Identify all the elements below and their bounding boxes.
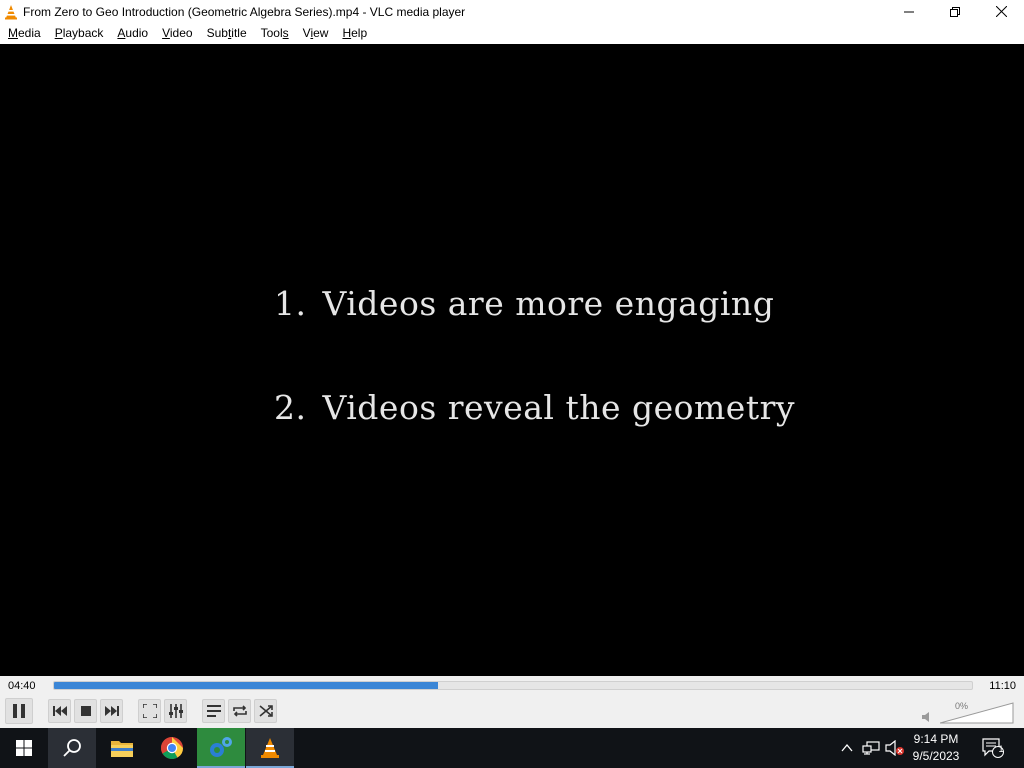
show-hidden-icons-button[interactable] — [838, 728, 856, 768]
total-time: 11:10 — [989, 680, 1016, 692]
clock-time: 9:14 PM — [913, 732, 959, 746]
video-area[interactable]: 1. Videos are more engaging 2. Videos reve… — [0, 44, 1024, 676]
menu-help[interactable]: Help — [335, 23, 374, 44]
elapsed-time: 04:40 — [8, 680, 36, 692]
menu-audio[interactable]: Audio — [110, 23, 155, 44]
player-controls: 04:40 11:10 0% — [0, 676, 1024, 728]
clock[interactable]: 9:14 PM 9/5/2023 — [906, 731, 966, 765]
window-title: From Zero to Geo Introduction (Geometric… — [23, 4, 466, 19]
network-button[interactable] — [860, 728, 882, 768]
shuffle-button[interactable] — [254, 699, 277, 723]
volume-slider[interactable] — [940, 702, 1014, 724]
fullscreen-button[interactable] — [138, 699, 161, 723]
taskbar: 9:14 PM 9/5/2023 1 — [0, 728, 1024, 768]
chrome-button[interactable] — [148, 728, 196, 768]
menu-accelerator: t — [227, 26, 232, 40]
menu-accelerator: P — [54, 26, 63, 40]
shuffle-icon — [258, 705, 273, 717]
menu-media[interactable]: Media — [1, 23, 48, 44]
network-icon — [862, 741, 880, 755]
volume-control[interactable]: 0% — [922, 700, 1018, 726]
playlist-icon — [206, 705, 221, 717]
chrome-icon — [161, 737, 183, 759]
menu-view[interactable]: View — [296, 23, 336, 44]
gear-app-button[interactable] — [197, 728, 245, 768]
start-button[interactable] — [0, 728, 48, 768]
stop-icon — [80, 706, 91, 716]
slide-line-2: 2. Videos reveal the geometry — [274, 388, 796, 427]
restore-button[interactable] — [932, 0, 978, 23]
notification-count: 1 — [998, 744, 1004, 754]
extended-settings-button[interactable] — [164, 699, 187, 723]
menu-subtitle[interactable]: Subtitle — [200, 23, 254, 44]
menu-accelerator: M — [8, 26, 18, 40]
action-center-button[interactable]: 1 — [976, 728, 1010, 768]
minimize-icon — [904, 11, 914, 12]
speaker-icon — [922, 712, 929, 722]
minimize-button[interactable] — [886, 0, 932, 23]
fullscreen-icon — [142, 704, 157, 718]
menu-tools[interactable]: Tools — [254, 23, 296, 44]
search-button[interactable] — [48, 728, 96, 768]
restore-icon — [950, 6, 960, 17]
menu-playback[interactable]: Playback — [48, 23, 111, 44]
vlc-taskbar-button[interactable] — [246, 728, 294, 768]
seek-progress — [54, 682, 438, 689]
loop-button[interactable] — [228, 699, 251, 723]
playlist-button[interactable] — [202, 699, 225, 723]
speaker-muted-icon — [885, 740, 904, 756]
gear-app-icon — [210, 737, 232, 757]
next-button[interactable] — [100, 699, 123, 723]
file-explorer-icon — [111, 741, 133, 757]
next-icon — [104, 706, 119, 716]
title-bar: From Zero to Geo Introduction (Geometric… — [0, 0, 1024, 23]
slide-line-1: 1. Videos are more engaging — [274, 284, 775, 323]
vlc-cone-icon — [261, 738, 279, 758]
chevron-up-icon — [841, 744, 853, 752]
stop-button[interactable] — [74, 699, 97, 723]
menu-video[interactable]: Video — [155, 23, 199, 44]
pause-icon — [13, 704, 25, 718]
menu-accelerator: V — [162, 26, 170, 40]
menu-accelerator: s — [282, 26, 289, 40]
menu-accelerator: H — [342, 26, 352, 40]
close-icon — [995, 6, 1007, 17]
clock-date: 9/5/2023 — [912, 749, 960, 763]
seek-slider[interactable] — [53, 681, 973, 690]
close-button[interactable] — [978, 0, 1024, 23]
loop-icon — [232, 705, 247, 717]
menu-accelerator: A — [117, 26, 126, 40]
previous-icon — [52, 706, 67, 716]
volume-tray-button[interactable] — [884, 728, 906, 768]
search-icon — [63, 739, 81, 757]
file-explorer-button[interactable] — [98, 728, 146, 768]
windows-start-icon — [16, 740, 32, 756]
menu-accelerator: i — [310, 26, 314, 40]
vlc-cone-icon — [5, 4, 17, 19]
extended-settings-icon — [168, 704, 183, 718]
previous-button[interactable] — [48, 699, 71, 723]
menu-bar: Media Playback Audio Video Subtitle Tool… — [0, 23, 1024, 44]
pause-button[interactable] — [5, 698, 33, 724]
